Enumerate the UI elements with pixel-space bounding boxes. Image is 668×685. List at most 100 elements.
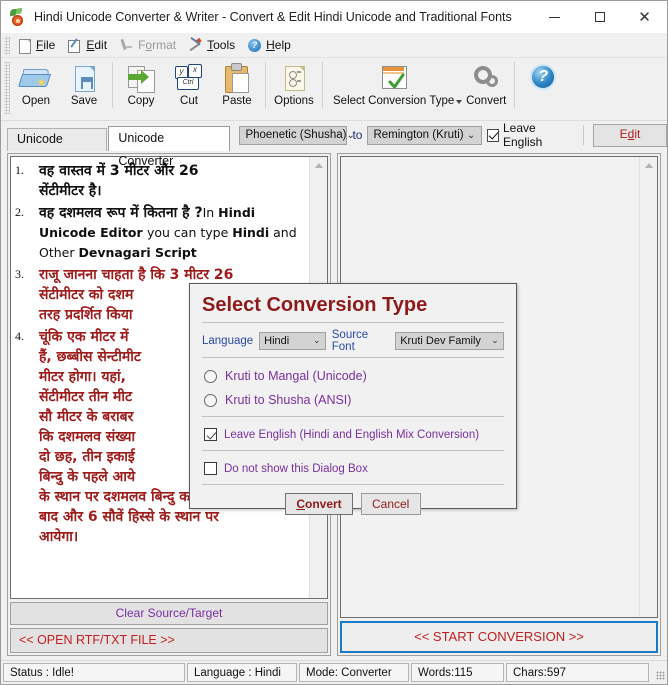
leave-english-label: Leave English — [502, 121, 543, 149]
leave-english-checkbox[interactable]: Leave English — [486, 121, 574, 149]
dialog-divider-1 — [202, 322, 504, 323]
window-title: Hindi Unicode Converter & Writer - Conve… — [34, 10, 512, 24]
menu-format-rest: rmat — [152, 38, 177, 52]
scroll-up-icon-2[interactable] — [640, 158, 657, 172]
paste-button[interactable]: Paste — [213, 58, 261, 119]
paste-label: Paste — [222, 95, 252, 107]
dialog-divider-3 — [202, 416, 504, 417]
convert-button[interactable]: Convert — [462, 58, 510, 119]
options-label: Options — [274, 95, 314, 107]
window-controls: ✕ — [532, 1, 667, 33]
tab-unicode-converter[interactable]: Unicode Converter — [108, 126, 231, 168]
options-checklist-icon — [277, 63, 311, 93]
cut-button[interactable]: y x Ctrl Cut — [165, 58, 213, 119]
conversion-option-bar: Phoenetic (Shusha) ⌄ to Remington (Kruti… — [239, 121, 668, 151]
save-button[interactable]: Save — [60, 58, 108, 119]
dialog-cancel-button[interactable]: Cancel — [360, 493, 421, 515]
select-conversion-type-label: Select Conversion Type — [333, 95, 455, 107]
clear-source-target-button[interactable]: Clear Source/Target — [10, 602, 328, 625]
dialog-source-font-select[interactable]: Kruti Dev Family ⌄ — [395, 332, 504, 350]
dialog-title: Select Conversion Type — [202, 294, 428, 316]
toolbar-grip[interactable] — [4, 62, 10, 114]
close-button[interactable]: ✕ — [622, 1, 667, 33]
menubar-grip[interactable] — [4, 36, 10, 54]
source-font-select[interactable]: Phoenetic (Shusha) ⌄ — [239, 125, 355, 145]
menu-item-file[interactable]: File — [13, 36, 63, 55]
dialog-convert-button[interactable]: Convert — [285, 493, 353, 515]
list-item-number: 3. — [15, 267, 24, 281]
menu-item-tools[interactable]: Tools — [184, 36, 243, 55]
menu-item-edit[interactable]: Edit — [63, 36, 115, 55]
dialog-divider-2 — [202, 357, 504, 358]
chevron-down-icon-4: ⌄ — [491, 336, 499, 346]
toolbar-separator-4 — [514, 62, 516, 108]
status-cell-language: Language : Hindi — [187, 663, 297, 682]
dialog-divider-4 — [202, 450, 504, 451]
cut-key-x: x — [188, 64, 202, 78]
language-value: Hindi — [264, 335, 290, 347]
dialog-leave-english-label: Leave English (Hindi and English Mix Con… — [224, 428, 480, 441]
toolbar-separator — [112, 62, 113, 108]
target-font-value: Remington (Kruti) — [373, 129, 464, 141]
dialog-leave-english-checkbox[interactable]: Leave English (Hindi and English Mix Con… — [202, 423, 504, 446]
start-conversion-button[interactable]: << START CONVERSION >> — [340, 621, 658, 653]
status-cell-words: Words:115 — [411, 663, 504, 682]
list-item-text: वह दशमलव रूप में कितना है ?In Hindi Unic… — [39, 205, 297, 260]
help-button[interactable]: ? — [519, 58, 567, 119]
menu-item-help[interactable]: ? Help — [243, 36, 299, 55]
title-bar: Hindi Unicode Converter & Writer - Conve… — [1, 1, 667, 33]
menu-bar: File Edit Format Tools ? Help — [1, 33, 667, 58]
menu-item-format[interactable]: Format — [115, 36, 184, 55]
scroll-up-icon[interactable] — [310, 158, 327, 172]
resize-grip-icon[interactable] — [651, 663, 665, 682]
options-button[interactable]: Options — [270, 58, 318, 119]
language-select[interactable]: Hindi ⌄ — [259, 332, 326, 350]
select-conversion-type-dialog: Select Conversion Type Language Hindi ⌄ … — [189, 283, 517, 515]
application-window: Hindi Unicode Converter & Writer - Conve… — [0, 0, 668, 685]
leave-english-checkbox-box — [486, 128, 499, 142]
toolbar: Open Save Copy y x Ctrl Cut Paste Option… — [1, 58, 667, 121]
green-check-icon — [388, 73, 405, 89]
status-bar: Status : Idle! Language : Hindi Mode: Co… — [1, 660, 667, 684]
dialog-selectors-row: Language Hindi ⌄ Source Font Kruti Dev F… — [202, 329, 504, 353]
hammer-wrench-icon — [188, 36, 203, 53]
source-font-label: Source Font — [331, 329, 369, 353]
list-item-number: 4. — [15, 329, 24, 343]
target-scrollbar[interactable] — [639, 157, 657, 617]
copy-icon — [124, 63, 158, 93]
open-button[interactable]: Open — [12, 58, 60, 119]
open-label: Open — [21, 95, 51, 107]
do-not-show-checkbox[interactable]: Do not show this Dialog Box — [202, 457, 504, 480]
edit-button[interactable]: Edit — [593, 123, 668, 147]
page-icon — [17, 38, 32, 54]
format-pen-icon — [119, 38, 134, 53]
copy-button[interactable]: Copy — [117, 58, 165, 119]
menu-help-rest: elp — [274, 38, 291, 52]
dialog-buttons: Convert Cancel — [202, 493, 504, 515]
toolbar-separator-3 — [322, 62, 323, 108]
tab-bar: Unicode Editor Unicode Converter Phoenet… — [1, 121, 668, 168]
tab-unicode-editor[interactable]: Unicode Editor — [7, 128, 108, 167]
conversion-type-check-icon — [377, 63, 411, 93]
radio-kruti-to-shusha[interactable]: Kruti to Shusha (ANSI) — [202, 388, 504, 412]
leave-english-check-icon — [204, 428, 217, 441]
radio-kruti-to-mangal[interactable]: Kruti to Mangal (Unicode) — [202, 364, 504, 388]
chevron-down-icon-3: ⌄ — [312, 336, 321, 346]
convert-label: Convert — [466, 95, 507, 107]
close-icon: ✕ — [638, 7, 651, 26]
app-gear-leaf-icon — [9, 8, 27, 26]
menu-edit-rest: dit — [94, 38, 108, 52]
target-font-select[interactable]: Remington (Kruti) ⌄ — [367, 125, 482, 145]
help-question-glyph: ? — [530, 64, 557, 90]
help-icon: ? — [526, 63, 560, 93]
select-conversion-type-button[interactable]: Select Conversion Type — [327, 58, 460, 119]
source-font-value: Phoenetic (Shusha) — [245, 129, 347, 141]
do-not-show-check-icon — [204, 462, 217, 475]
cut-keys-icon: y x Ctrl — [172, 63, 206, 93]
open-rtf-txt-file-button[interactable]: << OPEN RTF/TXT FILE >> — [10, 628, 328, 653]
radio-kruti-to-shusha-label: Kruti to Shusha (ANSI) — [225, 393, 352, 407]
status-cell-chars: Chars:597 — [506, 663, 649, 682]
option-separator — [583, 125, 585, 145]
maximize-button[interactable] — [577, 1, 622, 33]
minimize-button[interactable] — [532, 1, 577, 33]
